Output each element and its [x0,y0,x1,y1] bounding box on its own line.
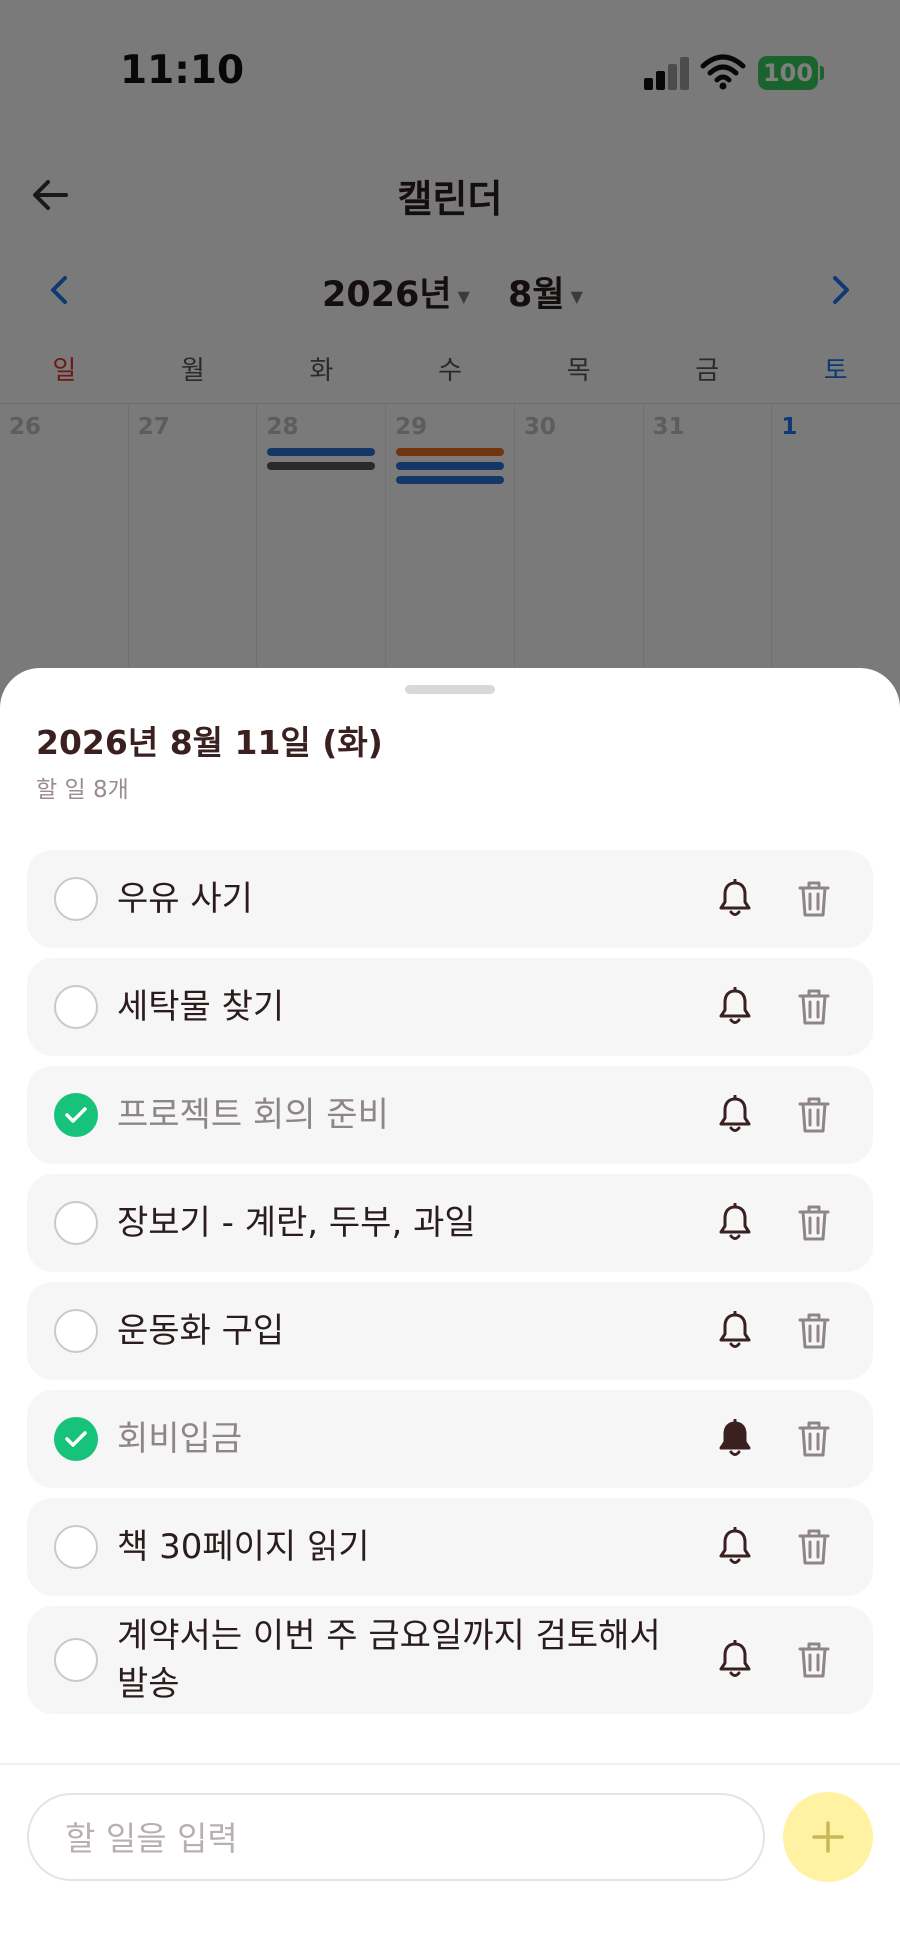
todo-item[interactable]: 프로젝트 회의 준비 [27,1066,873,1164]
trash-icon[interactable] [797,1419,831,1459]
todo-bottom-sheet: 2026년 8월 11일 (화) 할 일 8개 우유 사기세탁물 찾기프로젝트 … [0,668,900,1957]
todo-text: 회비입금 [117,1419,243,1459]
bell-icon[interactable] [717,1527,753,1567]
trash-icon[interactable] [797,1311,831,1351]
todo-item[interactable]: 운동화 구입 [27,1282,873,1380]
todo-checkbox[interactable] [54,877,98,921]
todo-checkbox[interactable] [54,985,98,1029]
todo-list: 우유 사기세탁물 찾기프로젝트 회의 준비장보기 - 계란, 두부, 과일운동화… [27,850,873,1724]
todo-count: 할 일 8개 [36,777,129,803]
todo-text: 우유 사기 [117,879,253,919]
bell-icon[interactable] [717,1311,753,1351]
bell-icon[interactable] [717,1203,753,1243]
trash-icon[interactable] [797,1640,831,1680]
todo-item[interactable]: 회비입금 [27,1390,873,1488]
screen: 11:10 100 캘린더 2026년▼ 8월▼ [0,0,900,1957]
todo-checkbox[interactable] [54,1201,98,1245]
checkmark-icon [65,1107,87,1123]
trash-icon[interactable] [797,879,831,919]
sheet-date-title: 2026년 8월 11일 (화) [36,723,383,762]
todo-checkbox[interactable] [54,1309,98,1353]
bell-icon[interactable] [717,879,753,919]
todo-text: 장보기 - 계란, 두부, 과일 [117,1203,476,1243]
todo-text: 책 30페이지 읽기 [117,1527,370,1567]
bell-icon[interactable] [717,1095,753,1135]
trash-icon[interactable] [797,1527,831,1567]
todo-item[interactable]: 계약서는 이번 주 금요일까지 검토해서 발송 [27,1606,873,1714]
todo-item[interactable]: 우유 사기 [27,850,873,948]
trash-icon[interactable] [797,1095,831,1135]
todo-item[interactable]: 세탁물 찾기 [27,958,873,1056]
todo-checkbox[interactable] [54,1417,98,1461]
plus-icon [812,1821,844,1853]
todo-input-container [27,1793,765,1881]
checkmark-icon [65,1431,87,1447]
todo-text: 세탁물 찾기 [117,987,285,1027]
trash-icon[interactable] [797,987,831,1027]
add-todo-button[interactable] [783,1792,873,1882]
todo-checkbox[interactable] [54,1638,98,1682]
bell-icon[interactable] [717,987,753,1027]
todo-checkbox[interactable] [54,1525,98,1569]
trash-icon[interactable] [797,1203,831,1243]
todo-text: 프로젝트 회의 준비 [117,1095,389,1135]
sheet-grabber[interactable] [405,685,495,694]
todo-item[interactable]: 장보기 - 계란, 두부, 과일 [27,1174,873,1272]
todo-text: 계약서는 이번 주 금요일까지 검토해서 발송 [117,1616,661,1704]
bell-icon[interactable] [717,1640,753,1680]
todo-text: 운동화 구입 [117,1311,285,1351]
todo-input[interactable] [63,1809,727,1867]
todo-item[interactable]: 책 30페이지 읽기 [27,1498,873,1596]
bell-icon[interactable] [717,1419,753,1459]
divider [0,1763,900,1765]
todo-checkbox[interactable] [54,1093,98,1137]
